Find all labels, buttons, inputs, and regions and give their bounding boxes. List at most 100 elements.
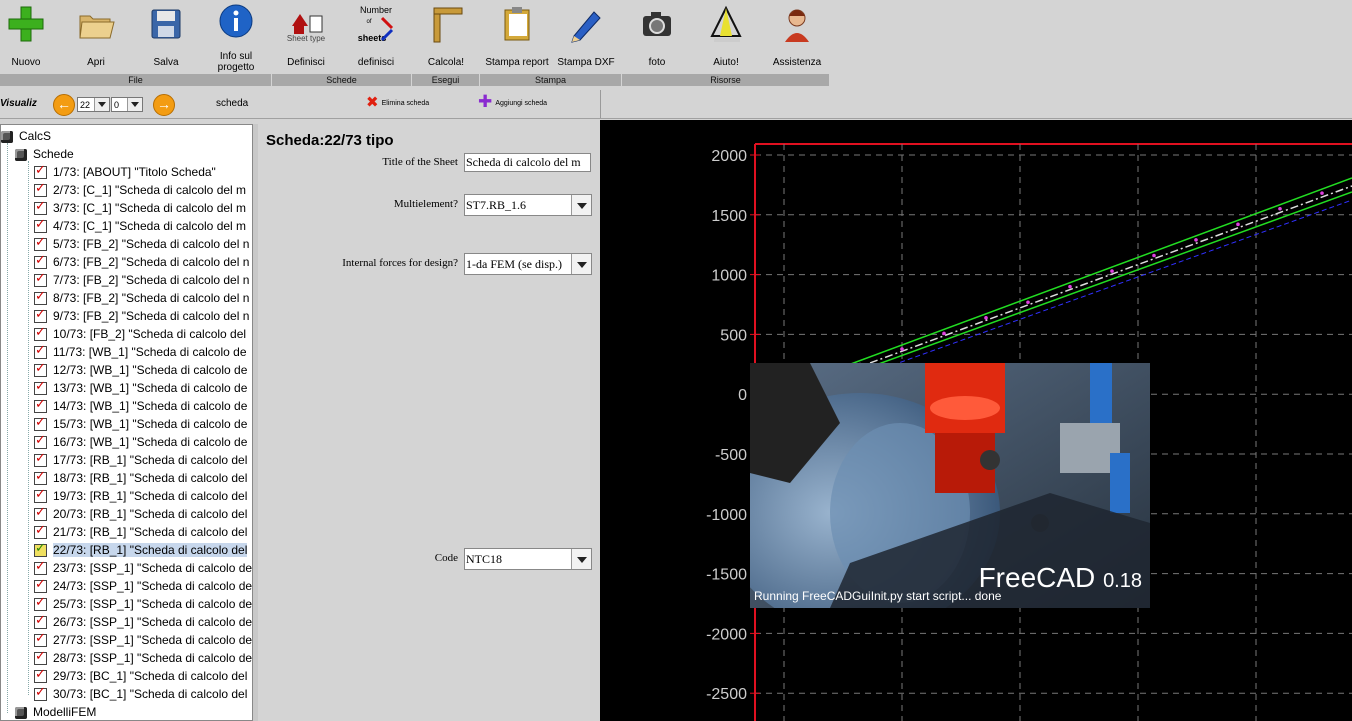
delete-sheet-button[interactable]: ✖ Elimina scheda <box>366 95 430 112</box>
tree-sheet-item[interactable]: 8/73: [FB_2] "Scheda di calcolo del n <box>34 287 249 307</box>
beam-node-marker <box>1110 269 1114 273</box>
sheet-tree[interactable]: CalcS Schede 1/73: [ABOUT] "Titolo Sched… <box>0 124 253 721</box>
y-tick-label: 1500 <box>711 208 747 225</box>
define-number-of-sheets-button[interactable]: Number of sheets definisci <box>350 0 402 72</box>
checkmark-icon <box>34 359 47 378</box>
code-select[interactable]: NTC18 <box>464 548 592 570</box>
tree-sheet-item[interactable]: 27/73: [SSP_1] "Scheda di calcolo de <box>34 629 252 649</box>
tree-sheet-item[interactable]: 26/73: [SSP_1] "Scheda di calcolo de <box>34 611 252 631</box>
plus-icon: ✚ <box>478 92 493 111</box>
tree-sheet-item[interactable]: 20/73: [RB_1] "Scheda di calcolo del <box>34 503 247 523</box>
tree-sheet-item-label: 6/73: [FB_2] "Scheda di calcolo del n <box>53 255 250 269</box>
tree-sheet-item[interactable]: 24/73: [SSP_1] "Scheda di calcolo de <box>34 575 252 595</box>
ruler-square-icon <box>433 7 463 43</box>
checkmark-icon <box>34 161 47 180</box>
tree-sheet-item[interactable]: 17/73: [RB_1] "Scheda di calcolo del <box>34 449 247 469</box>
calculate-label: Calcola! <box>427 57 465 68</box>
checkmark-icon <box>34 629 47 648</box>
define-sheet-type-button[interactable]: Sheet type Definisci <box>280 0 332 72</box>
cube-icon <box>1 130 13 143</box>
multielement-select[interactable]: ST7.RB_1.6 <box>464 194 592 216</box>
group-risorse: Risorse <box>622 74 830 86</box>
beam-node-marker <box>1026 300 1030 305</box>
checkmark-icon <box>34 485 47 504</box>
y-tick-label: -1000 <box>706 507 747 524</box>
open-label: Apri <box>87 57 105 68</box>
y-tick-label: 2000 <box>711 148 747 165</box>
tree-root[interactable]: CalcS <box>1 127 51 145</box>
photo-button[interactable]: foto <box>632 0 682 72</box>
folder-icon <box>79 15 115 39</box>
tree-sheet-item[interactable]: 30/73: [BC_1] "Scheda di calcolo del <box>34 683 248 703</box>
clipboard-icon <box>504 7 530 41</box>
print-dxf-button[interactable]: Stampa DXF <box>554 0 618 72</box>
beam-node-marker <box>1278 206 1282 211</box>
tree-sheet-item[interactable]: 23/73: [SSP_1] "Scheda di calcolo de <box>34 557 252 577</box>
tree-sheet-item[interactable]: 21/73: [RB_1] "Scheda di calcolo del <box>34 521 247 541</box>
tree-sheet-item[interactable]: 9/73: [FB_2] "Scheda di calcolo del n <box>34 305 249 325</box>
tree-sheet-item[interactable]: 29/73: [BC_1] "Scheda di calcolo del <box>34 665 248 685</box>
add-sheet-button[interactable]: ✚ Aggiungi scheda <box>478 92 548 111</box>
define-sheet-type-label: Definisci <box>287 57 325 68</box>
photo-label: foto <box>648 57 666 68</box>
tree-sheet-item[interactable]: 25/73: [SSP_1] "Scheda di calcolo de <box>34 593 252 613</box>
y-tick-label: -2000 <box>706 626 747 643</box>
tree-sheet-item[interactable]: 22/73: [RB_1] "Scheda di calcolo del <box>34 539 248 559</box>
tree-sheet-item-label: 10/73: [FB_2] "Scheda di calcolo del <box>53 327 247 341</box>
next-sheet-button[interactable]: → <box>153 94 175 116</box>
tree-sheet-item[interactable]: 16/73: [WB_1] "Scheda di calcolo de <box>34 431 247 451</box>
calculate-button[interactable]: Calcola! <box>420 0 472 72</box>
sheet-sub-select[interactable]: 0 <box>111 97 143 112</box>
add-sheet-label: Aggiungi scheda <box>495 100 548 107</box>
tree-modelli-node[interactable]: ModelliFEM <box>15 703 96 720</box>
open-button[interactable]: Apri <box>72 0 120 72</box>
internal-forces-select[interactable]: 1-da FEM (se disp.) <box>464 253 592 275</box>
tree-sheet-item[interactable]: 18/73: [RB_1] "Scheda di calcolo del <box>34 467 247 487</box>
tree-sheet-item-label: 30/73: [BC_1] "Scheda di calcolo del <box>53 687 248 701</box>
tree-sheet-item[interactable]: 11/73: [WB_1] "Scheda di calcolo de <box>34 341 247 361</box>
delete-sheet-label: Elimina scheda <box>381 100 430 107</box>
checkmark-icon <box>34 449 47 468</box>
tree-schede-node[interactable]: Schede <box>15 145 74 163</box>
multielement-label: Multielement? <box>393 198 458 210</box>
tree-sheet-item[interactable]: 15/73: [WB_1] "Scheda di calcolo de <box>34 413 247 433</box>
new-button[interactable]: Nuovo <box>2 0 50 72</box>
checkmark-icon <box>34 305 47 324</box>
sheets-arrows-icon <box>380 16 394 42</box>
tree-sheet-item[interactable]: 6/73: [FB_2] "Scheda di calcolo del n <box>34 251 250 271</box>
checkmark-icon <box>34 251 47 270</box>
tree-sheet-item-label: 29/73: [BC_1] "Scheda di calcolo del <box>53 669 248 683</box>
tree-sheet-item[interactable]: 19/73: [RB_1] "Scheda di calcolo del <box>34 485 247 505</box>
y-tick-label: -500 <box>715 447 747 464</box>
help-button[interactable]: Aiuto! <box>700 0 752 72</box>
tree-sheet-item[interactable]: 2/73: [C_1] "Scheda di calcolo del m <box>34 179 246 199</box>
sheet-sub-value: 0 <box>114 100 120 110</box>
previous-sheet-button[interactable]: ← <box>53 94 75 116</box>
arrow-right-icon: → <box>157 96 171 112</box>
chevron-down-icon <box>127 98 142 111</box>
tree-sheet-item[interactable]: 10/73: [FB_2] "Scheda di calcolo del <box>34 323 247 343</box>
print-report-button[interactable]: Stampa report <box>482 0 552 72</box>
assistance-button[interactable]: Assistenza <box>770 0 824 72</box>
project-info-button[interactable]: Info sul progetto <box>210 0 262 73</box>
tree-sheet-item[interactable]: 13/73: [WB_1] "Scheda di calcolo de <box>34 377 247 397</box>
title-of-sheet-input[interactable]: Scheda di calcolo del m <box>464 153 591 172</box>
tree-sheet-item[interactable]: 12/73: [WB_1] "Scheda di calcolo de <box>34 359 247 379</box>
tree-sheet-item[interactable]: 4/73: [C_1] "Scheda di calcolo del m <box>34 215 246 235</box>
tree-sheet-item[interactable]: 3/73: [C_1] "Scheda di calcolo del m <box>34 197 246 217</box>
tree-sheet-item[interactable]: 14/73: [WB_1] "Scheda di calcolo de <box>34 395 247 415</box>
print-report-label: Stampa report <box>485 57 549 68</box>
tree-sheet-item[interactable]: 1/73: [ABOUT] "Titolo Scheda" <box>34 161 216 181</box>
save-button[interactable]: Salva <box>142 0 190 72</box>
checkmark-icon <box>34 341 47 360</box>
tree-sheet-item[interactable]: 28/73: [SSP_1] "Scheda di calcolo de <box>34 647 252 667</box>
tree-sheet-item[interactable]: 5/73: [FB_2] "Scheda di calcolo del n <box>34 233 249 253</box>
camera-icon <box>643 12 671 36</box>
beam-edge-bottom <box>839 191 1352 379</box>
sheet-title-heading: Scheda:22/73 tipo <box>266 132 394 149</box>
tree-guide-line <box>28 161 29 695</box>
tree-sheet-item[interactable]: 7/73: [FB_2] "Scheda di calcolo del n <box>34 269 249 289</box>
beam-node-marker <box>1068 284 1072 289</box>
sheet-number-select[interactable]: 22 <box>77 97 110 112</box>
help-tent-icon <box>710 5 742 42</box>
